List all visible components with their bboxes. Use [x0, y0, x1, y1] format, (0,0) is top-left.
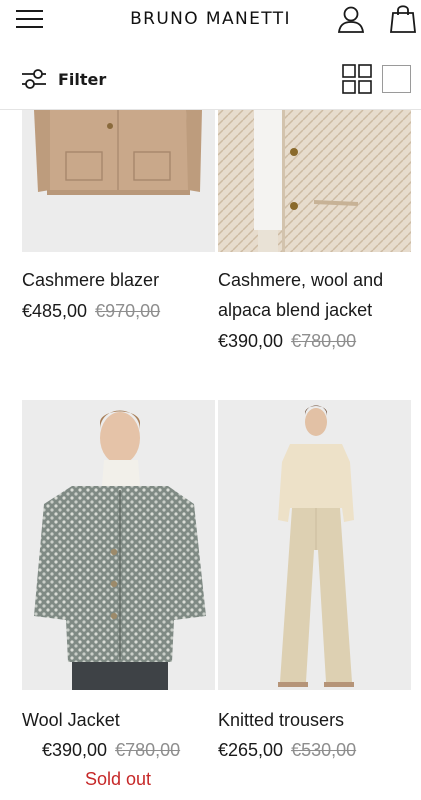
product-image[interactable] [218, 110, 411, 252]
product-price: €485,00 €970,00 [22, 296, 160, 326]
sliders-icon [22, 69, 46, 89]
product-name[interactable]: Cashmere blazer [22, 265, 212, 295]
account-icon[interactable] [335, 3, 367, 35]
product-image[interactable] [218, 400, 411, 690]
product-price: €265,00 €530,00 [218, 735, 356, 765]
sold-out-badge: Sold out [85, 769, 152, 789]
product-name[interactable]: Cashmere, wool and alpaca blend jacket [218, 265, 413, 325]
filter-button[interactable]: Filter [20, 66, 106, 92]
grid-single-icon[interactable] [382, 65, 411, 93]
original-price: €970,00 [95, 301, 161, 321]
bag-icon[interactable] [388, 3, 418, 35]
product-name[interactable]: Knitted trousers [218, 705, 413, 735]
site-header: BRUNO MANETTI [0, 0, 421, 38]
filter-label: Filter [58, 69, 107, 89]
sale-price: €485,00 [22, 301, 88, 321]
product-name[interactable]: Wool Jacket [22, 705, 212, 735]
product-price: €390,00 €780,00 [42, 735, 180, 765]
listing-toolbar: Filter [0, 60, 421, 110]
grid-four-icon[interactable] [342, 64, 372, 94]
sale-price: €390,00 [42, 740, 108, 760]
product-image[interactable] [22, 400, 215, 690]
original-price: €530,00 [291, 740, 357, 760]
product-price: €390,00 €780,00 [218, 326, 356, 356]
sale-price: €265,00 [218, 740, 284, 760]
original-price: €780,00 [115, 740, 181, 760]
sale-price: €390,00 [218, 331, 284, 351]
original-price: €780,00 [291, 331, 357, 351]
product-image[interactable] [22, 110, 215, 252]
